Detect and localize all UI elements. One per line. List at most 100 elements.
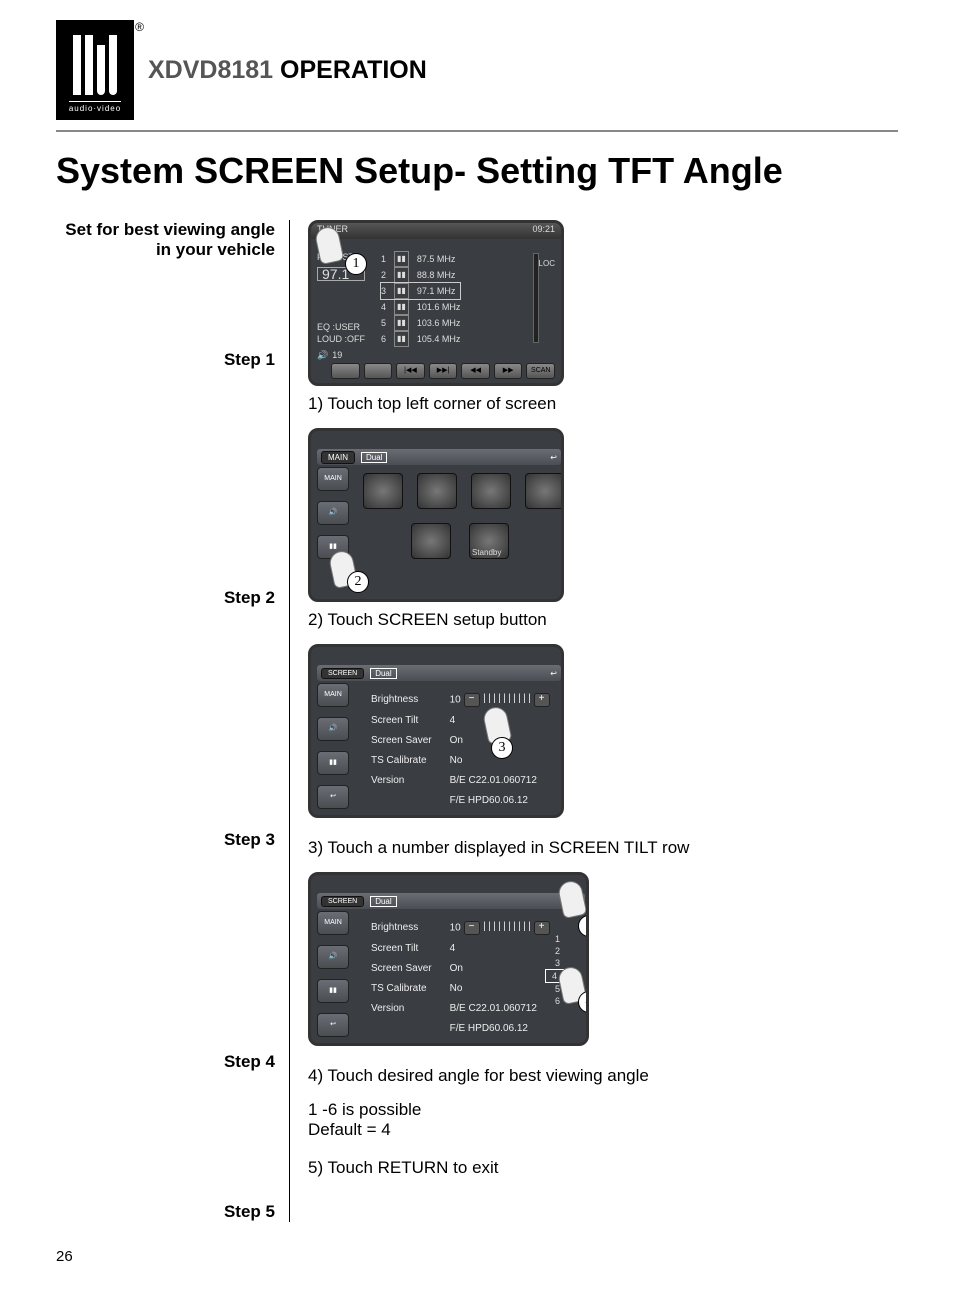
row-ts-label: TS Calibrate (363, 980, 440, 998)
minus-icon[interactable]: − (464, 693, 480, 707)
preset-num: 3 (381, 284, 386, 298)
row-tilt-label: Screen Tilt (363, 940, 440, 958)
intro-text: Set for best viewing angle in your vehic… (56, 220, 275, 260)
sidebar: MAIN 🔊 ▮▮ ↩ (317, 683, 351, 809)
source-disc-icon[interactable] (417, 473, 457, 509)
return-icon[interactable]: ↩ (574, 897, 581, 906)
source-ipod-icon[interactable] (525, 473, 564, 509)
tuner-titlebar: TUNER 09:21 (311, 223, 561, 239)
tilt-option[interactable]: 6 (551, 995, 564, 1007)
scan-btn[interactable]: SCAN (526, 363, 555, 379)
brand-badge: Dual (370, 896, 396, 907)
sidebar-return-icon[interactable]: ↩ (317, 1013, 349, 1037)
settings-table: Brightness 10 − |||||||||| + Screen Tilt… (361, 917, 560, 1040)
rewind-btn[interactable]: ◀◀ (461, 363, 490, 379)
default-note: Default = 4 (308, 1120, 689, 1140)
row-version-label: Version (363, 772, 440, 790)
sidebar-audio-icon[interactable]: 🔊 (317, 501, 349, 525)
plus-icon[interactable]: + (534, 921, 550, 935)
header-separator (56, 130, 898, 132)
row-brightness-label: Brightness (363, 691, 440, 710)
tilt-option-selected[interactable]: 4 (545, 969, 564, 983)
source-aux-icon[interactable] (471, 473, 511, 509)
sidebar-return-icon[interactable]: ↩ (317, 785, 349, 809)
tab-screen[interactable]: SCREEN (321, 896, 364, 907)
tuner-btn[interactable] (364, 363, 393, 379)
sidebar-screen-icon[interactable]: ▮▮ (317, 979, 349, 1003)
brightness-slider[interactable]: − |||||||||| + (464, 691, 550, 709)
sidebar-audio-icon[interactable]: 🔊 (317, 717, 349, 741)
page-header: ® audio·video XDVD8181 OPERATION (56, 20, 898, 120)
ts-value[interactable]: No (442, 980, 558, 998)
saver-value[interactable]: On (442, 960, 558, 978)
logo-subtext: audio·video (69, 101, 121, 113)
row-saver-label: Screen Saver (363, 960, 440, 978)
screenshot-screen-settings: SCREEN Dual ↩ MAIN 🔊 ▮▮ ↩ Brightness 10 (308, 644, 564, 818)
tab-screen[interactable]: SCREEN (321, 668, 364, 679)
brand-logo: ® audio·video (56, 20, 134, 120)
preset-freq: 101.6 MHz (417, 300, 461, 314)
sidebar-screen-icon[interactable]: ▮▮ (317, 535, 349, 559)
caption-4: 4) Touch desired angle for best viewing … (308, 1066, 689, 1086)
return-icon[interactable]: ↩ (550, 669, 557, 678)
preset-num: 1 (381, 252, 386, 266)
standby-button[interactable]: Standby (469, 523, 509, 559)
manual-page: ® audio·video XDVD8181 OPERATION System … (0, 0, 954, 1295)
preset-num: 6 (381, 332, 386, 346)
main-button[interactable]: MAIN (317, 911, 349, 935)
tilt-option[interactable]: 3 (551, 957, 564, 969)
minus-icon[interactable]: − (464, 921, 480, 935)
sidebar-audio-icon[interactable]: 🔊 (317, 945, 349, 969)
preset-chip[interactable]: ▮▮ (394, 315, 409, 331)
preset-chip[interactable]: ▮▮ (394, 251, 409, 267)
callout-3: 3 (491, 737, 513, 759)
brand-badge: Dual (370, 668, 396, 679)
source-camera-icon[interactable] (411, 523, 451, 559)
preset-chip[interactable]: ▮▮ (394, 267, 409, 283)
tilt-value[interactable]: 4 (442, 940, 558, 958)
source-radio-icon[interactable] (363, 473, 403, 509)
next-track-btn[interactable]: ▶▶| (429, 363, 458, 379)
model-number: XDVD8181 (148, 56, 273, 84)
main-button[interactable]: MAIN (317, 683, 349, 707)
caption-2: 2) Touch SCREEN setup button (308, 610, 689, 630)
step-5-label: Step 5 (56, 1202, 275, 1222)
tilt-value[interactable]: 4 (442, 712, 558, 730)
tilt-option[interactable]: 5 (551, 983, 564, 995)
content-columns: Set for best viewing angle in your vehic… (56, 220, 898, 1222)
return-icon[interactable]: ↩ (550, 453, 557, 462)
brightness-slider[interactable]: − |||||||||| + (464, 919, 550, 937)
version-1: B/E C22.01.060712 (442, 1000, 558, 1018)
preset-chip[interactable]: ▮▮ (394, 331, 409, 347)
range-note: 1 -6 is possible (308, 1100, 689, 1120)
callout-5: 5 (578, 915, 589, 937)
loud-label: LOUD (317, 334, 342, 344)
clock: 09:21 (532, 224, 555, 238)
prev-track-btn[interactable]: |◀◀ (396, 363, 425, 379)
step-3-label: Step 3 (56, 830, 275, 850)
standby-label: Standby (472, 548, 501, 557)
menubar: MAIN Dual ↩ (317, 449, 561, 465)
version-2: F/E HPD60.06.12 (442, 792, 558, 810)
main-button[interactable]: MAIN (317, 467, 349, 491)
forward-btn[interactable]: ▶▶ (494, 363, 523, 379)
tilt-option[interactable]: 1 (551, 933, 564, 945)
preset-chip[interactable]: ▮▮ (394, 283, 409, 299)
eq-label: EQ (317, 322, 330, 332)
eq-value: :USER (333, 322, 361, 332)
tuner-title: TUNER (317, 224, 348, 238)
speaker-icon: 🔊 (317, 349, 328, 361)
sidebar-screen-icon[interactable]: ▮▮ (317, 751, 349, 775)
row-saver-label: Screen Saver (363, 732, 440, 750)
page-number: 26 (56, 1248, 898, 1265)
header-title: XDVD8181 OPERATION (148, 56, 427, 85)
tilt-option[interactable]: 2 (551, 945, 564, 957)
menubar: SCREEN Dual ↩ (317, 893, 585, 909)
callout-4: 4 (578, 991, 589, 1013)
tab-main[interactable]: MAIN (321, 451, 355, 464)
screenshot-tilt-select: SCREEN Dual ↩ MAIN 🔊 ▮▮ ↩ Brightness 10 (308, 872, 589, 1046)
caption-3: 3) Touch a number displayed in SCREEN TI… (308, 838, 689, 858)
tuner-btn[interactable] (331, 363, 360, 379)
plus-icon[interactable]: + (534, 693, 550, 707)
preset-chip[interactable]: ▮▮ (394, 299, 409, 315)
